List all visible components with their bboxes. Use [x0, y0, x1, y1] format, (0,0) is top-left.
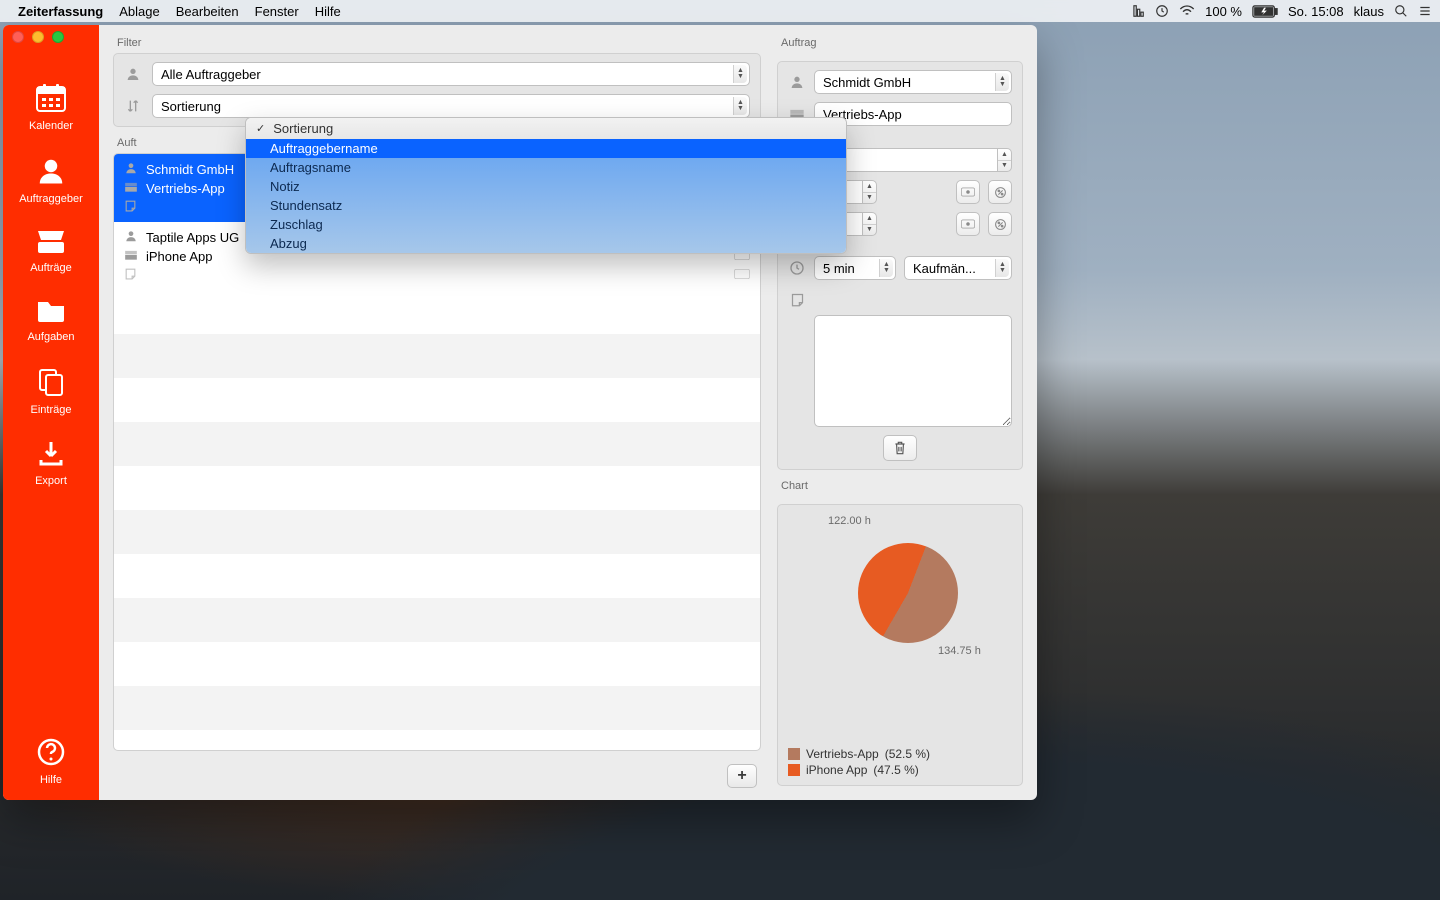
note-icon — [788, 292, 806, 307]
help-icon — [36, 737, 66, 767]
tray-icon — [124, 181, 138, 196]
sidebar-item-label: Hilfe — [3, 774, 99, 786]
export-icon — [37, 440, 65, 468]
select-value: Alle Auftraggeber — [161, 67, 261, 82]
select-arrows-icon: ▲▼ — [733, 97, 747, 115]
filter-panel: Alle Auftraggeber ▲▼ Sortierung ▲▼ — [113, 53, 761, 127]
window-controls — [12, 31, 64, 43]
money-icon — [734, 268, 750, 283]
window-close-button[interactable] — [12, 31, 24, 43]
sidebar-item-label: Kalender — [3, 120, 99, 132]
content-area: Filter Alle Auftraggeber ▲▼ Sortierung ▲… — [99, 25, 1037, 800]
legend-item: iPhone App (47.5 %) — [788, 763, 1012, 777]
menubar-item-bearbeiten[interactable]: Bearbeiten — [176, 4, 239, 19]
menubar-item-hilfe[interactable]: Hilfe — [315, 4, 341, 19]
select-arrows-icon: ▲▼ — [733, 65, 747, 83]
person-icon — [124, 66, 142, 82]
sort-icon — [124, 98, 142, 114]
person-icon — [36, 156, 66, 186]
legend-item: Vertriebs-App (52.5 %) — [788, 747, 1012, 761]
dropdown-item[interactable]: Zuschlag — [246, 215, 846, 234]
status-tray-icon[interactable] — [1131, 4, 1145, 18]
dropdown-item[interactable]: Stundensatz — [246, 196, 846, 215]
copy-icon — [37, 367, 65, 397]
sort-dropdown-menu: ✓Sortierung Auftraggebername Auftragsnam… — [245, 117, 847, 254]
dropdown-item[interactable]: Auftraggebername — [246, 139, 846, 158]
status-battery-icon[interactable] — [1252, 5, 1278, 18]
status-spotlight-icon[interactable] — [1394, 4, 1408, 18]
job-note-textarea[interactable] — [814, 315, 1012, 427]
chart-section-label: Chart — [781, 480, 1023, 492]
chart-value-label: 134.75 h — [938, 645, 981, 657]
menubar-item-ablage[interactable]: Ablage — [119, 4, 159, 19]
dropdown-item[interactable]: Abzug — [246, 234, 846, 253]
tray-icon — [36, 229, 66, 255]
calendar-icon — [35, 83, 67, 113]
person-icon — [124, 161, 138, 178]
trash-icon — [893, 440, 907, 456]
filter-sort-select[interactable]: Sortierung ▲▼ — [152, 94, 750, 118]
sidebar-item-label: Einträge — [3, 404, 99, 416]
select-value: Sortierung — [161, 99, 221, 114]
folder-icon — [36, 298, 66, 324]
auftrag-section-label: Auftrag — [781, 37, 1023, 49]
chart-legend: Vertriebs-App (52.5 %) iPhone App (47.5 … — [788, 745, 1012, 777]
macos-menubar: Zeiterfassung Ablage Bearbeiten Fenster … — [0, 0, 1440, 22]
rounding-mode-select[interactable]: Kaufmän...▲▼ — [904, 256, 1012, 280]
sidebar-item-hilfe[interactable]: Hilfe — [3, 727, 99, 800]
person-icon — [124, 229, 138, 246]
menubar-app-name[interactable]: Zeiterfassung — [18, 4, 103, 19]
sidebar-item-label: Aufträge — [3, 262, 99, 274]
clock-icon — [788, 260, 806, 276]
status-user-name[interactable]: klaus — [1354, 4, 1384, 19]
sidebar-item-aufgaben[interactable]: Aufgaben — [3, 288, 99, 357]
sidebar-item-kalender[interactable]: Kalender — [3, 73, 99, 146]
chart-panel: 122.00 h 134.75 h Vertriebs-App (52.5 %)… — [777, 504, 1023, 786]
tray-icon — [124, 249, 138, 264]
deduction-money-button[interactable] — [956, 212, 980, 236]
window-zoom-button[interactable] — [52, 31, 64, 43]
sidebar-item-label: Export — [3, 475, 99, 487]
sidebar-item-eintraege[interactable]: Einträge — [3, 357, 99, 430]
sidebar-item-label: Aufgaben — [3, 331, 99, 343]
person-icon — [788, 74, 806, 90]
status-clock-icon[interactable] — [1155, 4, 1169, 18]
menubar-item-fenster[interactable]: Fenster — [255, 4, 299, 19]
pie-chart: 122.00 h 134.75 h — [788, 513, 1012, 713]
status-battery-percent: 100 % — [1205, 4, 1242, 19]
sidebar-item-auftraege[interactable]: Aufträge — [3, 219, 99, 288]
sidebar-item-auftraggeber[interactable]: Auftraggeber — [3, 146, 99, 219]
chart-value-label: 122.00 h — [828, 515, 871, 527]
sidebar-item-label: Auftraggeber — [3, 193, 99, 205]
status-wifi-icon[interactable] — [1179, 5, 1195, 17]
add-job-button[interactable]: + — [727, 764, 757, 788]
app-window: Kalender Auftraggeber Aufträge Aufgaben … — [3, 25, 1037, 800]
note-icon — [124, 267, 137, 283]
note-icon — [124, 199, 137, 215]
dropdown-item[interactable]: Auftragsname — [246, 158, 846, 177]
status-notification-icon[interactable] — [1418, 4, 1432, 18]
job-client-select[interactable]: Schmidt GmbH▲▼ — [814, 70, 1012, 94]
sidebar-item-export[interactable]: Export — [3, 430, 99, 501]
rounding-interval-select[interactable]: 5 min▲▼ — [814, 256, 896, 280]
app-sidebar: Kalender Auftraggeber Aufträge Aufgaben … — [3, 25, 99, 800]
status-datetime[interactable]: So. 15:08 — [1288, 4, 1344, 19]
filter-client-select[interactable]: Alle Auftraggeber ▲▼ — [152, 62, 750, 86]
deduction-percent-button[interactable] — [988, 212, 1012, 236]
dropdown-item[interactable]: Notiz — [246, 177, 846, 196]
dropdown-current[interactable]: ✓Sortierung — [246, 118, 846, 139]
delete-job-button[interactable] — [883, 435, 917, 461]
surcharge-percent-button[interactable] — [988, 180, 1012, 204]
surcharge-money-button[interactable] — [956, 180, 980, 204]
filter-section-label: Filter — [117, 37, 761, 49]
window-minimize-button[interactable] — [32, 31, 44, 43]
